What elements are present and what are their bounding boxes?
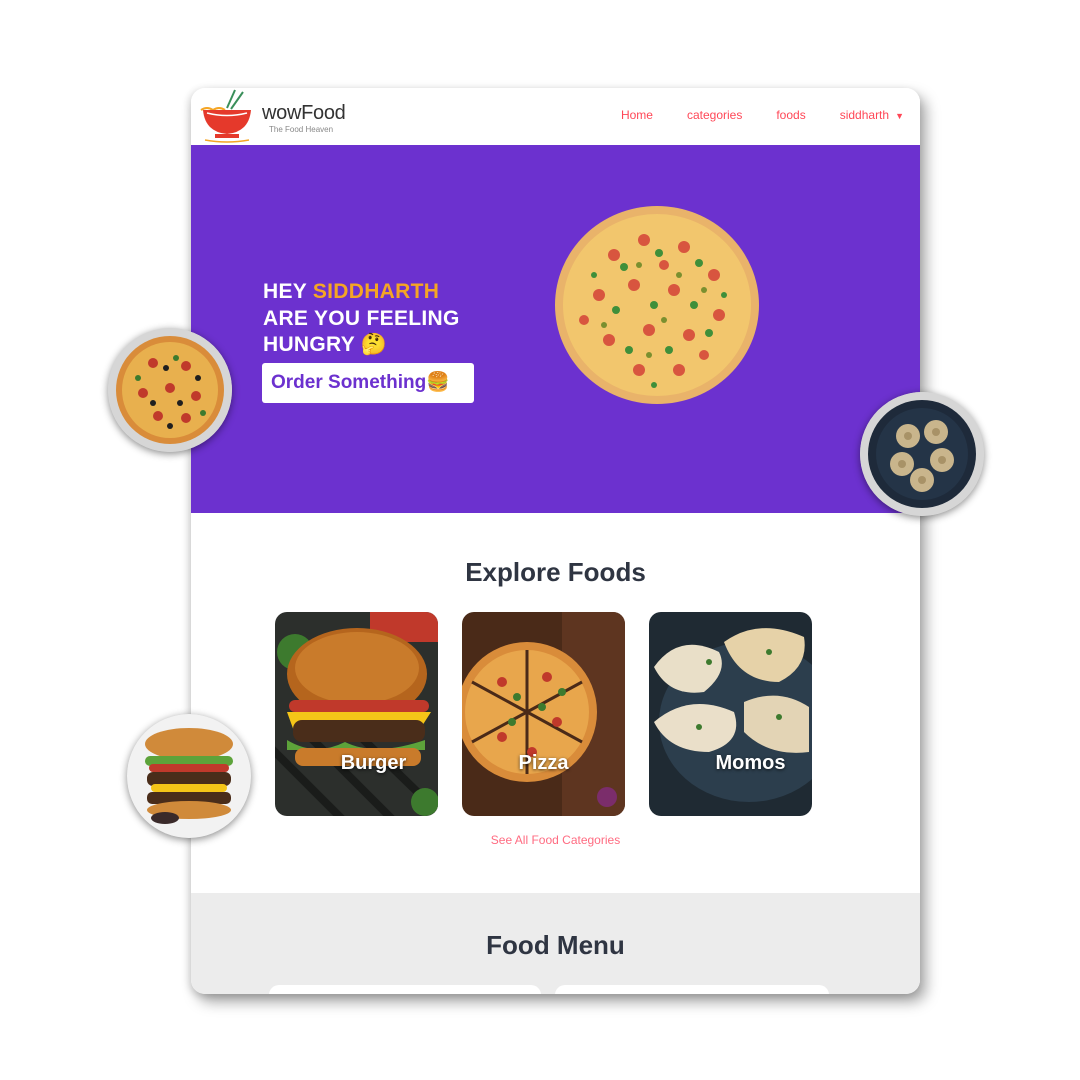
pizza-bubble-image: [108, 328, 232, 452]
category-cards: Burger Pizza Momos: [275, 612, 812, 816]
momos-bubble-image: [860, 392, 984, 516]
burger-emoji-icon: 🍔: [426, 372, 450, 393]
food-menu-section: Food Menu: [191, 893, 920, 994]
hero-banner: HEY SIDDHARTH ARE YOU FEELING HUNGRY 🤔 O…: [191, 145, 920, 513]
menu-item-card[interactable]: [555, 985, 829, 994]
chevron-down-icon: ▼: [895, 111, 904, 121]
noodle-bowl-icon[interactable]: [197, 88, 257, 145]
category-label: Pizza: [518, 752, 569, 774]
thinking-emoji-icon: 🤔: [360, 333, 388, 356]
burger-image: [275, 612, 438, 816]
pizza-image: [555, 206, 759, 404]
category-label: Burger: [340, 752, 407, 774]
hero-heading: HEY SIDDHARTH ARE YOU FEELING HUNGRY 🤔: [263, 279, 460, 359]
order-button-label: Order Something: [271, 372, 427, 393]
explore-section: Explore Foods Burger Pizza Momos See All…: [191, 513, 920, 893]
burger-bubble-image: [127, 714, 251, 838]
user-menu[interactable]: siddharth ▼: [840, 108, 904, 122]
browser-frame: wowFood The Food Heaven Home categories …: [191, 88, 920, 994]
nav-home[interactable]: Home: [621, 108, 653, 122]
pizza-slices-image: [462, 612, 625, 816]
nav-categories[interactable]: categories: [687, 108, 742, 122]
menu-item-card[interactable]: [269, 985, 541, 994]
nav-menu: Home categories foods siddharth ▼: [621, 108, 904, 122]
see-all-categories-link[interactable]: See All Food Categories: [191, 833, 920, 847]
category-card-burger[interactable]: Burger: [275, 612, 438, 816]
navbar: wowFood The Food Heaven Home categories …: [191, 88, 920, 145]
user-name: siddharth: [839, 108, 890, 122]
hero-line-3: HUNGRY: [263, 333, 355, 356]
hero-greeting: HEY: [263, 280, 307, 303]
order-something-button[interactable]: Order Something🍔: [262, 363, 474, 403]
brand-name[interactable]: wowFood: [262, 102, 346, 125]
momos-image: [649, 612, 812, 816]
category-card-pizza[interactable]: Pizza: [462, 612, 625, 816]
hero-user-name: SIDDHARTH: [312, 280, 440, 303]
category-label: Momos: [715, 752, 786, 774]
category-card-momos[interactable]: Momos: [649, 612, 812, 816]
brand-tagline: The Food Heaven: [269, 125, 334, 134]
explore-title: Explore Foods: [465, 557, 646, 587]
hero-line-2: ARE YOU FEELING: [263, 306, 460, 330]
nav-foods[interactable]: foods: [776, 108, 805, 122]
food-menu-title: Food Menu: [486, 930, 625, 960]
